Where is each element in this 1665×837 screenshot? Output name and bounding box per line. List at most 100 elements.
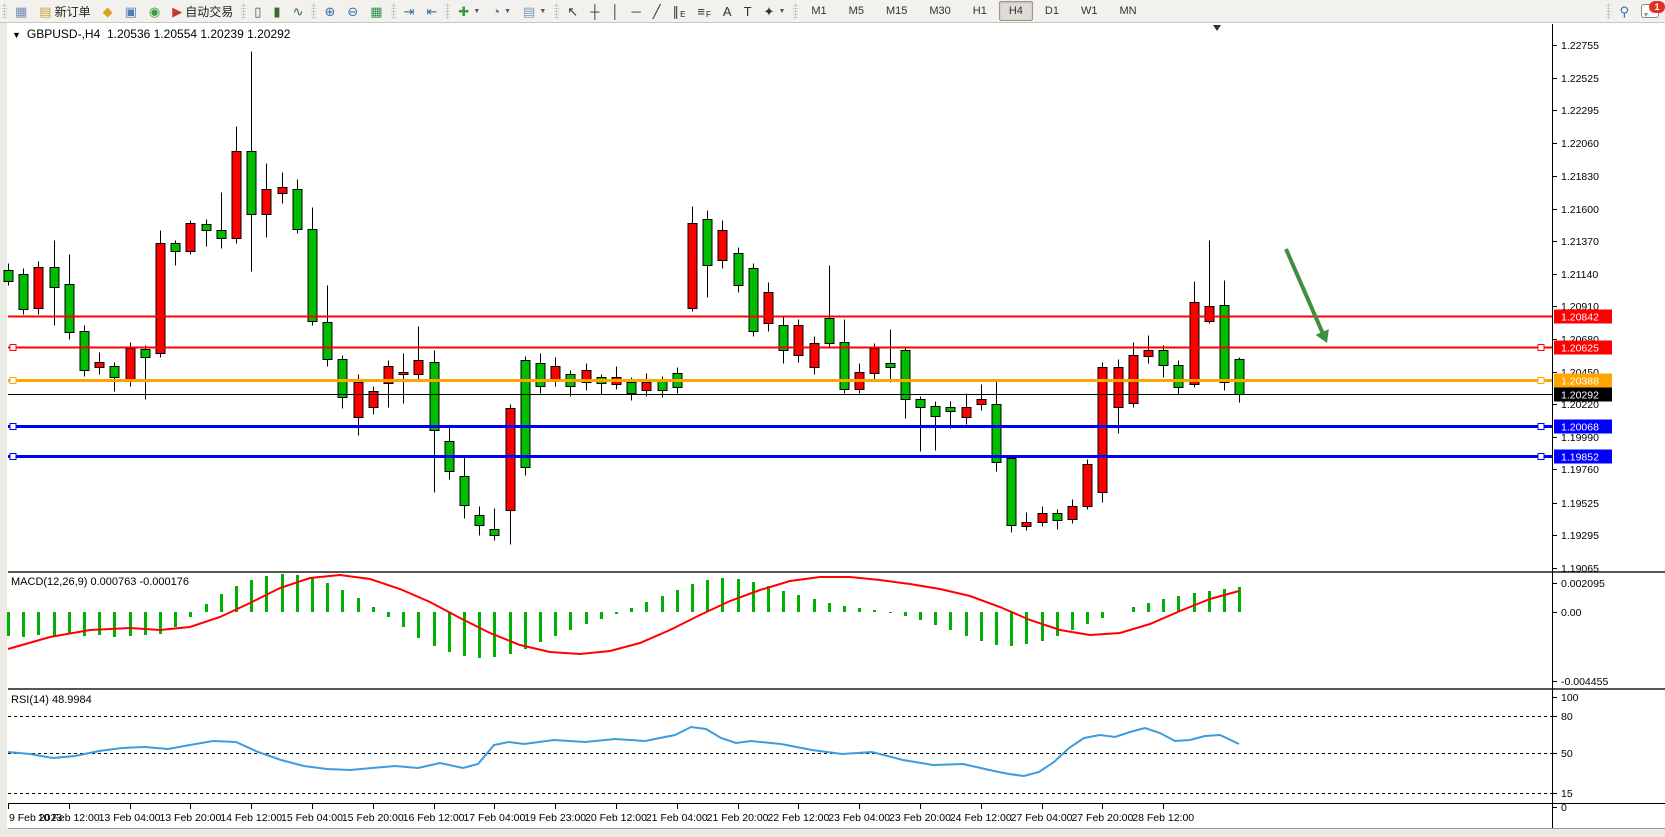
candle (1068, 500, 1077, 524)
tile-windows-icon[interactable]: ▦ (365, 1, 387, 21)
text-label-icon[interactable]: T (739, 1, 757, 21)
chevron-down-icon[interactable]: ▼ (778, 8, 785, 15)
vertical-line-icon[interactable]: │ (606, 1, 624, 21)
rsi-axis-label: 100 (1561, 692, 1579, 704)
new-order-button-icon: ▤ (39, 5, 51, 18)
crosshair-icon[interactable]: ┼ (585, 1, 604, 21)
indicators-icon[interactable]: ✚▼ (453, 1, 485, 21)
bar-chart-icon[interactable]: ▯ (249, 1, 266, 21)
timeframe-w1-button-label: W1 (1076, 5, 1103, 17)
time-axis-label: 27 Feb 20:00 (1071, 812, 1133, 824)
candle (1083, 460, 1092, 510)
chart-window-icon[interactable]: ▦ (10, 1, 32, 21)
chart-shift-marker[interactable] (1213, 25, 1221, 31)
search-icon[interactable]: ⚲ (1614, 1, 1634, 21)
toolbar-grip (391, 3, 396, 19)
zoom-in-icon[interactable]: ⊕ (319, 1, 340, 21)
templates-icon[interactable]: ▤▼ (518, 1, 551, 21)
candle (460, 458, 469, 519)
mt4-window: ▦▤新订单◆▣◉▶自动交易▯▮∿⊕⊖▦⇥⇤✚▼◔▼▤▼↖┼│─╱∥E≡FAT✦▼… (0, 0, 1665, 837)
candle (171, 241, 180, 266)
macd-axis-label: 0.002095 (1561, 578, 1605, 590)
rsi-axis-label: 0 (1561, 802, 1567, 814)
price-axis-label: 1.21370 (1561, 236, 1599, 248)
symbol-period-label: GBPUSD-,H4 (27, 27, 100, 41)
notifications-icon[interactable]: 1 (1636, 1, 1664, 21)
timeframe-w1-button[interactable]: W1 (1071, 1, 1108, 21)
autotrading-button[interactable]: ▶自动交易 (167, 1, 238, 21)
timeframe-h4-button[interactable]: H4 (999, 1, 1033, 21)
arrow-annotation[interactable] (1286, 249, 1324, 336)
time-axis-label: 13 Feb 04:00 (99, 812, 161, 824)
candle (65, 255, 74, 340)
candle (1022, 513, 1031, 531)
ohlc-values: 1.20536 1.20554 1.20239 1.20292 (107, 27, 291, 41)
chart-title: ▼ GBPUSD-,H4 1.20536 1.20554 1.20239 1.20… (12, 27, 290, 41)
line-handle[interactable] (10, 378, 16, 384)
timeframe-m30-button[interactable]: M30 (919, 1, 960, 21)
time-axis-label: 15 Feb 20:00 (342, 812, 404, 824)
chevron-down-icon[interactable]: ▼ (473, 8, 480, 15)
tile-windows-icon: ▦ (370, 5, 382, 18)
resistance-line-2-tag-text: 1.20625 (1561, 343, 1599, 355)
candlestick-chart-icon[interactable]: ▮ (268, 1, 285, 21)
new-order-button[interactable]: ▤新订单 (34, 1, 95, 21)
candle (1007, 456, 1016, 533)
timeframe-d1-button[interactable]: D1 (1035, 1, 1069, 21)
terminal-icon[interactable]: ▣ (120, 1, 142, 21)
expert-advisors-icon[interactable]: ◆ (98, 1, 118, 21)
timeframe-m5-button-label: M5 (844, 5, 869, 17)
symbol-dropdown-icon[interactable]: ▼ (12, 30, 21, 40)
line-handle[interactable] (1538, 378, 1544, 384)
timeframe-mn-button[interactable]: MN (1109, 1, 1146, 21)
time-axis-label: 19 Feb 23:00 (524, 812, 586, 824)
cursor-icon[interactable]: ↖ (562, 1, 583, 21)
line-handle[interactable] (1538, 345, 1544, 351)
candle (688, 207, 697, 312)
timeframe-m1-button[interactable]: M1 (801, 1, 836, 21)
timeframe-mn-button-label: MN (1114, 5, 1141, 17)
toolbar-grip (1606, 3, 1611, 19)
line-handle[interactable] (10, 454, 16, 460)
periods-icon[interactable]: ◔▼ (487, 1, 516, 21)
candle (810, 337, 819, 375)
candle (278, 173, 287, 204)
timeframe-m15-button[interactable]: M15 (876, 1, 917, 21)
text-icon[interactable]: A (718, 1, 737, 21)
chevron-down-icon[interactable]: ▼ (504, 8, 511, 15)
time-axis-label: 23 Feb 20:00 (889, 812, 951, 824)
candle (1174, 361, 1183, 395)
chevron-down-icon[interactable]: ▼ (539, 8, 546, 15)
timeframe-m1-button-label: M1 (806, 5, 831, 17)
time-axis-label: 21 Feb 20:00 (707, 812, 769, 824)
candle (490, 509, 499, 541)
toolbar-group-right: ⚲1 (1604, 0, 1665, 22)
candle (825, 266, 834, 349)
auto-scroll-icon[interactable]: ⇥ (399, 1, 420, 21)
chart-shift-icon[interactable]: ⇤ (422, 1, 443, 21)
price-axis-label: 1.19525 (1561, 498, 1599, 510)
trendline-icon[interactable]: ╱ (648, 1, 666, 21)
timeframe-m5-button[interactable]: M5 (839, 1, 874, 21)
line-handle[interactable] (1538, 424, 1544, 430)
zoom-out-icon[interactable]: ⊖ (342, 1, 363, 21)
timeframe-h1-button[interactable]: H1 (963, 1, 997, 21)
arrows-icon[interactable]: ✦▼ (759, 1, 791, 21)
line-handle[interactable] (10, 424, 16, 430)
line-handle[interactable] (10, 345, 16, 351)
candle (232, 127, 241, 244)
price-axis-label: 1.22755 (1561, 40, 1599, 52)
line-handle[interactable] (1538, 454, 1544, 460)
time-axis-label: 20 Feb 12:00 (585, 812, 647, 824)
search-icon: ⚲ (1619, 5, 1629, 18)
broadcast-icon[interactable]: ◉ (144, 1, 165, 21)
time-axis-label: 23 Feb 04:00 (828, 812, 890, 824)
horizontal-line-icon[interactable]: ─ (627, 1, 646, 21)
price-axis-label: 1.22295 (1561, 105, 1599, 117)
line-chart-icon[interactable]: ∿ (288, 1, 309, 21)
candle (612, 367, 621, 390)
vertical-line-icon: │ (611, 5, 619, 18)
fibonacci-icon[interactable]: ≡F (692, 1, 715, 21)
rsi-indicator-label: RSI(14) 48.9984 (11, 694, 92, 706)
equidistant-channel-icon[interactable]: ∥E (668, 1, 691, 21)
